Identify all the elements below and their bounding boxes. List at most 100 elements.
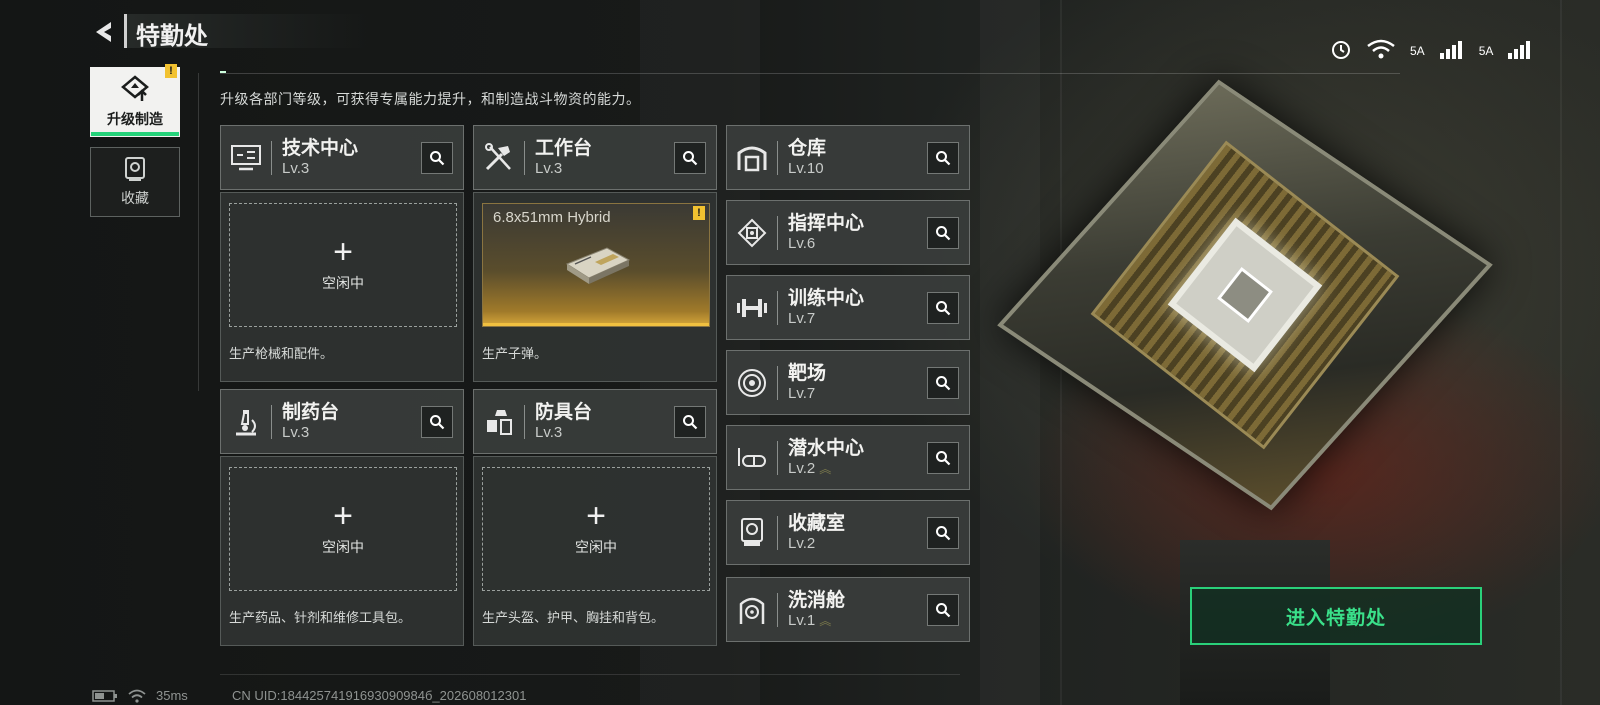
production-panel-tech-center: + 空闲中 生产枪械和配件。 (220, 192, 464, 382)
collection-icon (125, 157, 145, 181)
warehouse-icon (727, 126, 777, 189)
facility-card-pharmacy[interactable]: 制药台 Lv.3 (220, 389, 464, 454)
search-button[interactable] (927, 216, 959, 249)
upgrade-icon (121, 75, 149, 101)
ping-value: 35ms (156, 688, 188, 703)
divider (777, 592, 778, 627)
tab-label: 升级制造 (107, 111, 163, 127)
search-icon (430, 150, 445, 165)
ammo-box-image (565, 247, 631, 284)
slot-status: 空闲中 (322, 275, 364, 291)
monitor-icon (221, 126, 271, 189)
divider (777, 140, 778, 175)
wifi-icon (128, 689, 146, 703)
signal-icon (1507, 39, 1533, 62)
facility-name: 指挥中心 (788, 212, 865, 234)
divider (777, 290, 778, 325)
signal-icon (1439, 39, 1465, 62)
facility-card-armor-bench[interactable]: 防具台 Lv.3 (473, 389, 717, 454)
search-button[interactable] (927, 441, 959, 474)
divider (524, 140, 525, 175)
microscope-icon (221, 390, 271, 453)
search-button[interactable] (674, 141, 706, 174)
divider (524, 404, 525, 439)
search-button[interactable] (674, 405, 706, 438)
facility-name: 靶场 (788, 362, 827, 384)
tab-upgrade-manufacture[interactable]: ! 升级制造 (90, 64, 180, 137)
facility-level: Lv.10 (788, 159, 824, 177)
search-button[interactable] (927, 366, 959, 399)
dumbbell-icon (727, 276, 777, 339)
enter-special-ops-button[interactable]: 进入特勤处 (1190, 587, 1482, 645)
divider-tick (220, 71, 226, 73)
divider (271, 140, 272, 175)
facility-name: 防具台 (535, 401, 593, 423)
facility-card-shooting-range[interactable]: 靶场 Lv.7 (726, 350, 970, 415)
facility-card-collection-room[interactable]: 收藏室 Lv.2 (726, 500, 970, 565)
search-button[interactable] (927, 291, 959, 324)
diving-mask-icon (727, 426, 777, 489)
facility-card-workbench[interactable]: 工作台 Lv.3 (473, 125, 717, 190)
facility-card-warehouse[interactable]: 仓库 Lv.10 (726, 125, 970, 190)
search-button[interactable] (421, 405, 453, 438)
facility-card-tech-center[interactable]: 技术中心 Lv.3 (220, 125, 464, 190)
facility-card-training-center[interactable]: 训练中心 Lv.7 (726, 275, 970, 340)
search-button[interactable] (927, 593, 959, 626)
search-button[interactable] (421, 141, 453, 174)
divider (777, 515, 778, 550)
empty-production-slot[interactable]: + 空闲中 (229, 467, 457, 591)
divider (777, 440, 778, 475)
empty-production-slot[interactable]: + 空闲中 (482, 467, 710, 591)
page-title: 特勤处 (136, 23, 208, 50)
empty-production-slot[interactable]: + 空闲中 (229, 203, 457, 327)
facility-card-decontamination-pod[interactable]: 洗消舱 Lv.1 ︽ (726, 577, 970, 642)
facility-card-diving-center[interactable]: 潜水中心 Lv.2 ︽ (726, 425, 970, 490)
wifi-icon (1366, 38, 1396, 63)
warning-badge: ! (165, 64, 177, 78)
upgrade-available-icon: ︽ (819, 613, 831, 628)
alarm-icon (1330, 38, 1352, 63)
divider (220, 674, 960, 675)
facility-level: Lv.1 ︽ (788, 611, 831, 629)
network-label-a: 5A (1410, 43, 1425, 58)
search-icon (936, 300, 951, 315)
panel-description: 生产头盔、护甲、胸挂和背包。 (482, 610, 665, 625)
production-panel-armor-bench: + 空闲中 生产头盔、护甲、胸挂和背包。 (473, 456, 717, 646)
footer-status: 35ms (92, 688, 188, 703)
plus-icon: + (586, 497, 606, 535)
production-panel-pharmacy: + 空闲中 生产药品、针剂和维修工具包。 (220, 456, 464, 646)
search-icon (936, 450, 951, 465)
panel-description: 生产枪械和配件。 (229, 346, 334, 361)
production-slot-in-progress[interactable]: 6.8x51mm Hybrid ! (482, 203, 710, 327)
facility-level: Lv.3 (535, 159, 563, 177)
facility-level: Lv.6 (788, 234, 816, 252)
tab-label: 收藏 (121, 190, 149, 206)
search-icon (936, 602, 951, 617)
search-button[interactable] (927, 141, 959, 174)
chip-icon (727, 201, 777, 264)
collection-icon (727, 501, 777, 564)
warning-badge: ! (693, 206, 705, 220)
armor-icon (474, 390, 524, 453)
tools-icon (474, 126, 524, 189)
production-panel-workbench: 6.8x51mm Hybrid ! 生产子弹。 (473, 192, 717, 382)
divider (198, 73, 199, 391)
network-label-b: 5A (1478, 43, 1494, 58)
back-button[interactable] (90, 18, 118, 46)
search-icon (936, 375, 951, 390)
facility-name: 工作台 (535, 137, 593, 159)
user-uid: CN UID:18442574191693090984б_20260801230… (232, 688, 527, 703)
button-label: 进入特勤处 (1285, 607, 1386, 629)
status-bar: 5A 5A (1330, 38, 1533, 63)
facility-card-command-center[interactable]: 指挥中心 Lv.6 (726, 200, 970, 265)
facility-level: Lv.2 (788, 534, 816, 552)
search-icon (683, 150, 698, 165)
facility-level: Lv.3 (535, 423, 563, 441)
facility-name: 制药台 (282, 401, 340, 423)
slot-status: 空闲中 (322, 539, 364, 555)
facility-level: Lv.3 (282, 159, 310, 177)
search-icon (683, 414, 698, 429)
tab-collection[interactable]: 收藏 (90, 147, 180, 217)
panel-description: 生产子弹。 (482, 346, 548, 361)
search-button[interactable] (927, 516, 959, 549)
